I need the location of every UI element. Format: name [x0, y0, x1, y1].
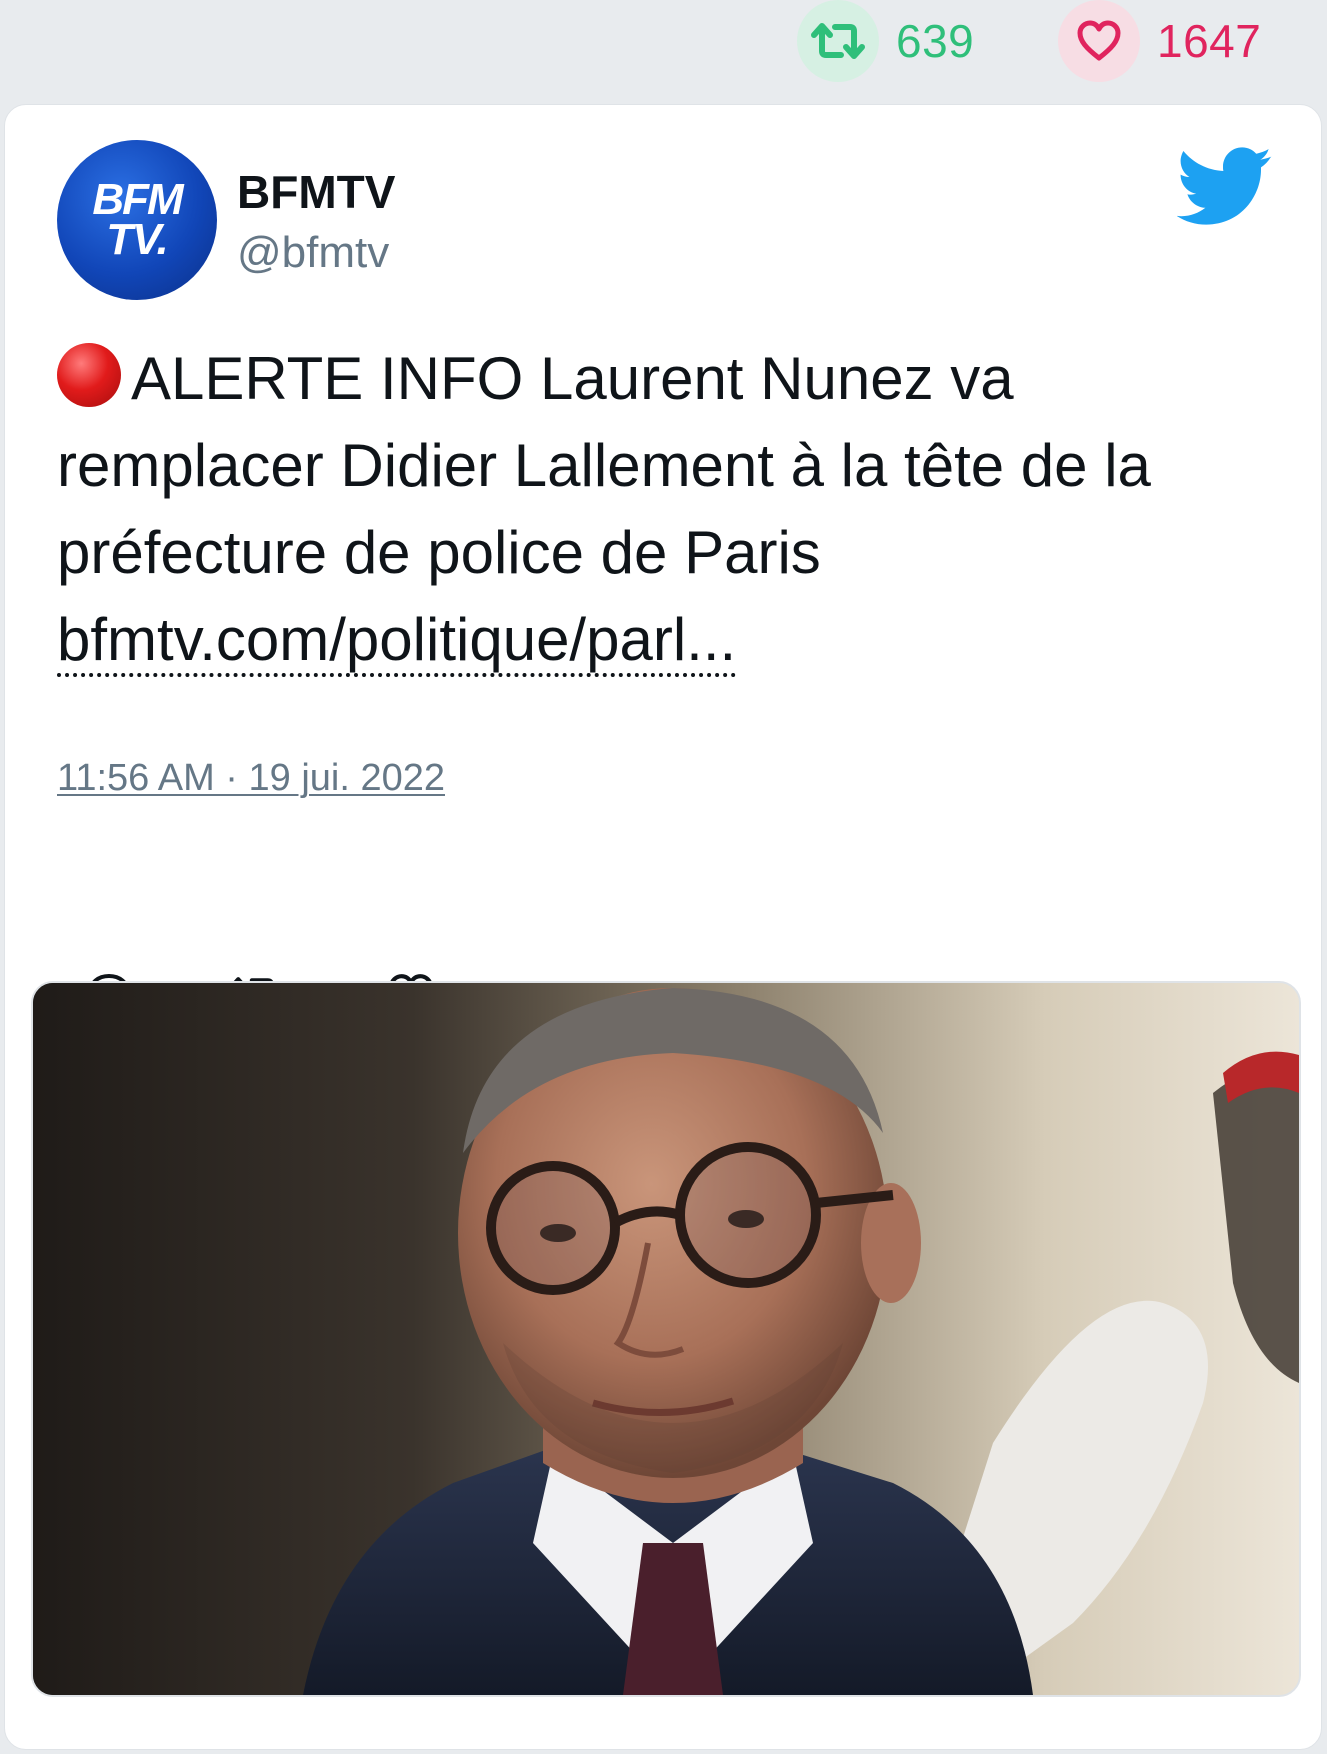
tweet-timestamp[interactable]: 11:56 AM · 19 jui. 2022: [57, 757, 445, 800]
retweet-stat[interactable]: 639: [797, 0, 974, 82]
red-circle-icon: [57, 343, 121, 407]
tweet-photo[interactable]: [31, 981, 1301, 1697]
tweet-body: ALERTE INFO Laurent Nunez va remplacer D…: [57, 335, 1287, 683]
tweet-text: ALERTE INFO Laurent Nunez va remplacer D…: [57, 345, 1151, 586]
retweet-stat-icon: [797, 0, 879, 82]
like-stat-icon: [1058, 0, 1140, 82]
avatar-logo-line1: BFM: [92, 174, 183, 224]
author-name[interactable]: BFMTV: [237, 165, 395, 219]
avatar-logo-line2: TV.: [106, 215, 168, 264]
twitter-bird-icon[interactable]: [1177, 147, 1273, 227]
tweet-card: BFM TV. BFMTV @bfmtv ALERTE INFO Laurent…: [4, 104, 1322, 1750]
avatar[interactable]: BFM TV.: [57, 140, 217, 300]
like-count: 1647: [1157, 15, 1262, 67]
portrait-photo: [33, 983, 1299, 1695]
avatar-logo: BFM TV.: [57, 140, 217, 300]
author-handle[interactable]: @bfmtv: [237, 228, 389, 278]
like-stat[interactable]: 1647: [1058, 0, 1261, 82]
tweet-link[interactable]: bfmtv.com/politique/parl...: [57, 606, 737, 677]
retweet-count: 639: [896, 15, 975, 67]
engagement-stats: 639 1647: [0, 0, 1327, 98]
